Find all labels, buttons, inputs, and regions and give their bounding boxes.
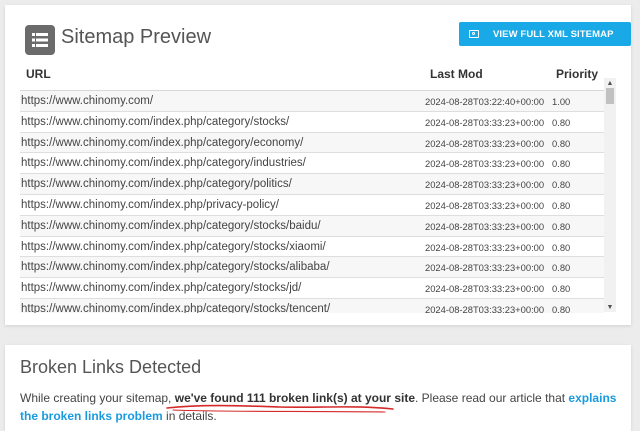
broken-links-count-highlight: we've found 111 broken link(s) at your s… [174, 391, 415, 405]
row-url: https://www.chinomy.com/index.php/catego… [21, 136, 304, 149]
list-icon [25, 25, 55, 55]
table-row: https://www.chinomy.com/index.php/catego… [20, 112, 604, 133]
arrow-up-icon[interactable]: ▲ [604, 78, 616, 88]
image-icon [469, 30, 479, 38]
column-header-priority: Priority [556, 67, 599, 81]
row-url: https://www.chinomy.com/ [21, 95, 154, 107]
table-row: https://www.chinomy.com/index.php/catego… [20, 153, 604, 175]
row-url: https://www.chinomy.com/index.php/catego… [21, 240, 326, 253]
row-lastmod: 2024-08-28T03:33:23+00:00 [425, 179, 545, 191]
row-lastmod: 2024-08-28T03:33:23+00:00 [425, 199, 545, 211]
row-url: https://www.chinomy.com/index.php/catego… [21, 219, 321, 232]
row-lastmod: 2024-08-28T03:33:23+00:00 [425, 283, 545, 295]
row-priority: 0.80 [552, 137, 571, 149]
table-row: https://www.chinomy.com/2024-08-28T03:22… [20, 91, 604, 112]
message-text-middle: . Please read our article that [415, 391, 569, 405]
table-row: https://www.chinomy.com/index.php/catego… [20, 298, 604, 313]
row-lastmod: 2024-08-28T03:33:23+00:00 [425, 303, 545, 313]
sitemap-table-body[interactable]: https://www.chinomy.com/2024-08-28T03:22… [20, 90, 604, 313]
row-lastmod: 2024-08-28T03:22:40+00:00 [425, 96, 545, 107]
table-row: https://www.chinomy.com/index.php/catego… [20, 278, 604, 299]
row-url: https://www.chinomy.com/index.php/privac… [21, 198, 279, 211]
message-text-after: in details. [162, 409, 217, 423]
table-row: https://www.chinomy.com/index.php/catego… [20, 257, 604, 279]
scrollbar-thumb[interactable] [606, 88, 614, 104]
row-priority: 0.80 [552, 199, 571, 211]
row-url: https://www.chinomy.com/index.php/catego… [21, 282, 302, 295]
column-header-url: URL [26, 67, 51, 81]
row-lastmod: 2024-08-28T03:33:23+00:00 [425, 262, 545, 274]
row-priority: 0.80 [552, 283, 571, 295]
broken-links-title: Broken Links Detected [20, 357, 202, 377]
table-row: https://www.chinomy.com/index.php/catego… [20, 174, 604, 195]
broken-links-card: Broken Links Detected While creating you… [5, 345, 631, 431]
column-header-lastmod: Last Mod [430, 67, 483, 81]
row-priority: 0.80 [552, 303, 571, 313]
row-priority: 0.80 [552, 116, 571, 128]
row-priority: 0.80 [552, 158, 571, 170]
view-full-xml-sitemap-button[interactable]: VIEW FULL XML SITEMAP [459, 22, 631, 46]
row-priority: 0.80 [552, 179, 571, 191]
row-lastmod: 2024-08-28T03:33:23+00:00 [425, 241, 545, 253]
row-lastmod: 2024-08-28T03:33:23+00:00 [425, 137, 545, 149]
row-lastmod: 2024-08-28T03:33:23+00:00 [425, 220, 545, 232]
row-url: https://www.chinomy.com/index.php/catego… [21, 178, 292, 191]
table-row: https://www.chinomy.com/index.php/privac… [20, 195, 604, 216]
message-text-before: While creating your sitemap, [20, 391, 175, 405]
table-row: https://www.chinomy.com/index.php/catego… [20, 215, 604, 237]
sitemap-title: Sitemap Preview [61, 26, 212, 48]
view-full-xml-sitemap-label: VIEW FULL XML SITEMAP [493, 28, 614, 40]
row-url: https://www.chinomy.com/index.php/catego… [21, 157, 306, 170]
broken-links-message: While creating your sitemap, we've found… [20, 389, 620, 425]
row-priority: 0.80 [552, 262, 571, 274]
table-row: https://www.chinomy.com/index.php/catego… [20, 132, 604, 154]
table-row: https://www.chinomy.com/index.php/catego… [20, 237, 604, 258]
row-lastmod: 2024-08-28T03:33:23+00:00 [425, 116, 545, 128]
row-priority: 0.80 [552, 241, 571, 253]
table-scrollbar[interactable]: ▲ ▼ [604, 78, 616, 312]
row-priority: 0.80 [552, 220, 571, 232]
row-lastmod: 2024-08-28T03:33:23+00:00 [425, 158, 545, 170]
row-priority: 1.00 [552, 96, 571, 107]
sitemap-preview-card: Sitemap Preview VIEW FULL XML SITEMAP UR… [5, 5, 631, 325]
row-url: https://www.chinomy.com/index.php/catego… [21, 302, 331, 313]
arrow-down-icon[interactable]: ▼ [604, 302, 616, 312]
row-url: https://www.chinomy.com/index.php/catego… [21, 115, 290, 128]
row-url: https://www.chinomy.com/index.php/catego… [21, 261, 330, 274]
